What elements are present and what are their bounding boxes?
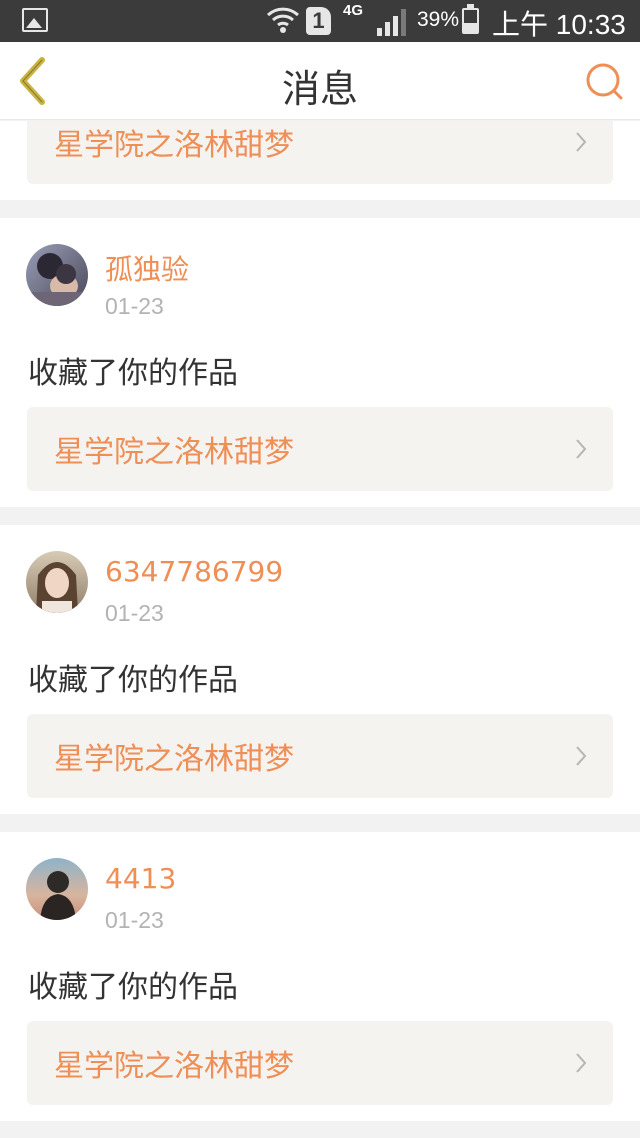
battery-percent: 39% <box>417 8 460 31</box>
message-card: 孤独验 01-23 收藏了你的作品 星学院之洛林甜梦 <box>0 218 640 507</box>
username[interactable]: 孤独验 <box>105 248 189 288</box>
avatar[interactable] <box>26 244 88 306</box>
nav-header: 消息 <box>0 42 640 120</box>
sim-icon: 1 <box>306 7 331 35</box>
message-card: 4413 01-23 收藏了你的作品 星学院之洛林甜梦 <box>0 832 640 1121</box>
work-title: 星学院之洛林甜梦 <box>54 742 294 777</box>
picture-icon <box>22 8 48 32</box>
work-title: 星学院之洛林甜梦 <box>54 128 294 163</box>
clock: 上午 10:33 <box>492 9 626 40</box>
battery-level <box>464 23 477 32</box>
message-card: 6347786799 01-23 收藏了你的作品 星学院之洛林甜梦 <box>0 525 640 814</box>
username[interactable]: 4413 <box>105 862 176 895</box>
message-card: 星学院之洛林甜梦 <box>0 121 640 200</box>
avatar[interactable] <box>26 858 88 920</box>
signal-icon <box>377 9 406 36</box>
battery-icon <box>462 4 479 34</box>
chevron-right-icon <box>576 132 587 152</box>
wifi-icon <box>266 7 300 33</box>
chevron-right-icon <box>576 439 587 459</box>
search-button[interactable] <box>583 60 627 104</box>
work-link[interactable]: 星学院之洛林甜梦 <box>27 714 613 798</box>
work-link[interactable]: 星学院之洛林甜梦 <box>27 121 613 184</box>
message-text: 收藏了你的作品 <box>28 356 238 391</box>
message-date: 01-23 <box>105 600 164 626</box>
network-type-label: 4G <box>343 2 364 19</box>
chevron-right-icon <box>576 746 587 766</box>
work-link[interactable]: 星学院之洛林甜梦 <box>27 407 613 491</box>
work-title: 星学院之洛林甜梦 <box>54 435 294 470</box>
status-bar: 1 4G 39% 上午 10:33 <box>0 0 640 42</box>
message-text: 收藏了你的作品 <box>28 970 238 1005</box>
avatar[interactable] <box>26 551 88 613</box>
username[interactable]: 6347786799 <box>105 555 283 588</box>
page-title: 消息 <box>281 67 358 111</box>
message-date: 01-23 <box>105 907 164 933</box>
work-title: 星学院之洛林甜梦 <box>54 1049 294 1084</box>
chevron-right-icon <box>576 1053 587 1073</box>
message-date: 01-23 <box>105 293 164 319</box>
message-list[interactable]: 星学院之洛林甜梦 孤独验 01-23 收藏了你的作品 星学院之洛林甜梦 6347… <box>0 121 640 1138</box>
message-text: 收藏了你的作品 <box>28 663 238 698</box>
work-link[interactable]: 星学院之洛林甜梦 <box>27 1021 613 1105</box>
search-icon <box>586 63 623 100</box>
